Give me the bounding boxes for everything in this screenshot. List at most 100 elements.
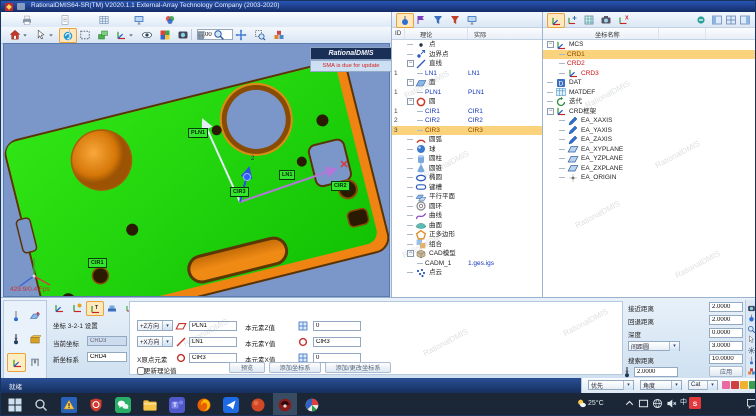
app-explorer-taskbar-button[interactable] — [138, 393, 162, 416]
probe-mode-select[interactable]: 间距圆▾ — [628, 341, 680, 351]
speaker-muted-icon[interactable] — [665, 397, 678, 410]
preview-button[interactable]: 预览 — [229, 362, 265, 373]
status-select[interactable]: Cat▾ — [688, 380, 718, 390]
coord-tree-row[interactable]: MATDEF — [543, 88, 756, 98]
coords-camera-button[interactable] — [598, 13, 614, 26]
ribbon-tab-document[interactable] — [57, 13, 73, 26]
dropdown-caret-icon[interactable] — [127, 28, 135, 41]
update-notice[interactable]: SMA is due for update — [310, 60, 392, 72]
status-tool-icon[interactable] — [722, 381, 730, 389]
3d-viewport[interactable]: RationalDMIS SMA is due for update 429.9… — [3, 43, 390, 297]
chevron-up-icon[interactable] — [623, 397, 636, 410]
probe-field-input[interactable] — [709, 315, 743, 325]
side-probe-blue-button[interactable] — [746, 356, 756, 366]
app-kite-taskbar-button[interactable] — [219, 393, 243, 416]
dropdown-caret-icon[interactable] — [21, 28, 29, 41]
pan-button[interactable] — [233, 28, 249, 41]
window-icon[interactable] — [637, 397, 650, 410]
coord-tree-row[interactable]: −MCS — [543, 40, 756, 50]
feature-tree-row[interactable]: −直线 — [392, 59, 542, 69]
rotate-button[interactable] — [59, 28, 77, 43]
ribbon-tab-table[interactable] — [96, 13, 112, 26]
feature-tree-row[interactable]: −CAD模型 — [392, 249, 542, 259]
side-cursor-button[interactable] — [746, 335, 756, 345]
probe-tip-input[interactable] — [634, 367, 678, 377]
feature-label-cir1[interactable]: CIR1 — [88, 258, 107, 268]
ime-indicator[interactable]: 中 — [680, 397, 687, 407]
trash-button[interactable] — [193, 28, 209, 41]
tree-expander-icon[interactable]: − — [407, 250, 414, 257]
coords-grid-button[interactable] — [581, 13, 597, 26]
element-value-input[interactable] — [313, 337, 361, 347]
features-probe-ball-button[interactable] — [396, 13, 414, 28]
weather-icon[interactable]: 25°C — [575, 397, 604, 410]
sogou-icon[interactable]: S — [689, 397, 701, 409]
add-coord-button[interactable]: 添加坐标系 — [269, 362, 321, 373]
eye-button[interactable] — [139, 28, 155, 41]
side-gear-button[interactable] — [746, 345, 756, 355]
app-teams-taskbar-button[interactable]: T — [165, 393, 189, 416]
side-render-button[interactable] — [746, 303, 756, 313]
parts-button[interactable] — [271, 28, 287, 41]
probe-field-input[interactable] — [709, 302, 743, 312]
side-parts-button[interactable] — [746, 366, 756, 376]
layers-button[interactable] — [95, 28, 111, 41]
coord-tree-row[interactable]: DDAT — [543, 78, 756, 88]
coord-tree-row[interactable]: 迭代 — [543, 97, 756, 107]
side-probe-ball-button[interactable] — [746, 314, 756, 324]
menu-icon[interactable] — [17, 3, 25, 10]
coord-tree-row[interactable]: CRD1 — [543, 50, 756, 60]
features-monitor-button[interactable] — [464, 13, 480, 26]
features-flag-button[interactable] — [413, 13, 429, 26]
element-value-input[interactable] — [313, 321, 361, 331]
zoom-button[interactable] — [211, 28, 227, 41]
tree-expander-icon[interactable]: − — [407, 79, 414, 86]
cad-part[interactable] — [4, 57, 389, 296]
dropdown-caret-icon[interactable] — [47, 28, 55, 41]
element-input[interactable] — [189, 337, 237, 347]
start-button[interactable] — [7, 397, 23, 413]
link-button[interactable] — [693, 13, 709, 26]
marquee-button[interactable] — [77, 28, 93, 41]
app-dmis-taskbar-button[interactable] — [273, 393, 297, 416]
tree-expander-icon[interactable]: − — [547, 108, 554, 115]
app-firefox-taskbar-button[interactable] — [192, 393, 216, 416]
probe-field-input[interactable] — [709, 354, 743, 364]
coord-tree-row[interactable]: CRD3 — [543, 69, 756, 79]
status-select[interactable]: 优先▾ — [588, 380, 634, 390]
app-shield-taskbar-button[interactable] — [84, 393, 108, 416]
ribbon-tab-print[interactable] — [19, 13, 35, 26]
ribbon-tab-monitor[interactable] — [131, 13, 147, 26]
status-select[interactable]: 角度▾ — [640, 380, 682, 390]
feature-label-cir3[interactable]: CIR3 — [230, 187, 249, 197]
coord-tree-row[interactable]: EA_ORIGIN — [543, 173, 756, 183]
element-input[interactable] — [189, 321, 237, 331]
feature-label-ln1[interactable]: LN1 — [279, 170, 295, 180]
probe-field-input[interactable] — [709, 341, 743, 351]
tree-expander-icon[interactable]: − — [407, 60, 414, 67]
status-tool-icon[interactable] — [731, 381, 739, 389]
tree-expander-icon[interactable]: − — [407, 98, 414, 105]
probe-field-input[interactable] — [709, 328, 743, 338]
feature-tree-row[interactable]: −圆 — [392, 97, 542, 107]
feature-tree-row[interactable]: −面 — [392, 78, 542, 88]
apply-button[interactable]: 应用 — [709, 366, 743, 377]
ribbon-tab-colors[interactable] — [162, 13, 178, 26]
zoombox-button[interactable] — [252, 28, 268, 41]
app-paint-taskbar-button[interactable] — [300, 393, 324, 416]
app-wechat-taskbar-button[interactable] — [111, 393, 135, 416]
notification-icon[interactable] — [745, 397, 756, 410]
direction-select[interactable]: +X方向▾ — [137, 336, 173, 347]
app-alert-taskbar-button[interactable] — [57, 393, 81, 416]
coords-triad-button[interactable] — [547, 13, 565, 28]
network-globe-icon[interactable] — [651, 397, 664, 410]
tree-expander-icon[interactable]: − — [547, 41, 554, 48]
feature-label-cir2[interactable]: CIR2 — [331, 181, 350, 191]
status-tool-icon[interactable] — [749, 381, 756, 389]
features-funnel-blue-button[interactable] — [430, 13, 446, 26]
direction-select[interactable]: +Z方向▾ — [137, 320, 173, 331]
coords-axis-x-button[interactable]: X — [615, 13, 631, 26]
render-button[interactable] — [175, 28, 191, 41]
coords-triad-plus-button[interactable] — [564, 13, 580, 26]
features-funnel-red-button[interactable] — [447, 13, 463, 26]
